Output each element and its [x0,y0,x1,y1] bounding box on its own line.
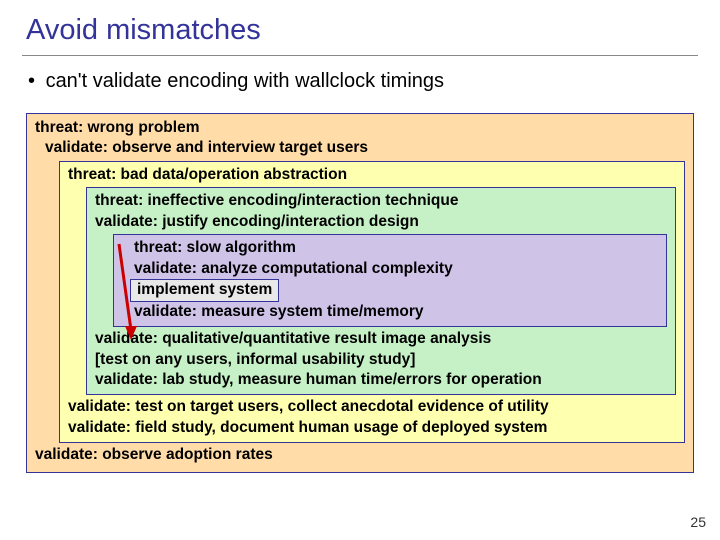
bullet-line: • can't validate encoding with wallclock… [22,70,698,93]
validate-observe-interview: validate: observe and interview target u… [35,138,685,158]
threat-ineffective-encoding: threat: ineffective encoding/interaction… [95,191,667,211]
slide: Avoid mismatches • can't validate encodi… [0,0,720,473]
validate-measure-time: validate: measure system time/memory [118,302,658,322]
validate-result-image-analysis: validate: qualitative/quantitative resul… [95,329,667,349]
slide-title: Avoid mismatches [22,14,698,47]
validate-adoption-rates: validate: observe adoption rates [35,445,685,465]
threat-wrong-problem: threat: wrong problem [35,118,685,138]
page-number: 25 [690,514,706,530]
box-algorithm: threat: slow algorithm validate: analyze… [113,234,667,327]
validate-complexity: validate: analyze computational complexi… [118,259,658,279]
threat-bad-abstraction: threat: bad data/operation abstraction [68,165,676,185]
box-abstraction: threat: bad data/operation abstraction t… [59,161,685,443]
title-rule [22,55,698,56]
bullet-text: can't validate encoding with wallclock t… [46,70,444,92]
bullet-dot: • [28,70,40,93]
test-informal-usability: [test on any users, informal usability s… [95,350,667,370]
validate-field-study: validate: field study, document human us… [68,418,676,438]
validate-justify-encoding: validate: justify encoding/interaction d… [95,212,667,232]
nested-diagram: threat: wrong problem validate: observe … [26,113,694,473]
validate-test-target-users: validate: test on target users, collect … [68,397,676,417]
box-domain: threat: wrong problem validate: observe … [26,113,694,473]
box-encoding: threat: ineffective encoding/interaction… [86,187,676,395]
implement-system-box: implement system [130,279,279,301]
validate-lab-study: validate: lab study, measure human time/… [95,370,667,390]
threat-slow-algorithm: threat: slow algorithm [118,238,658,258]
